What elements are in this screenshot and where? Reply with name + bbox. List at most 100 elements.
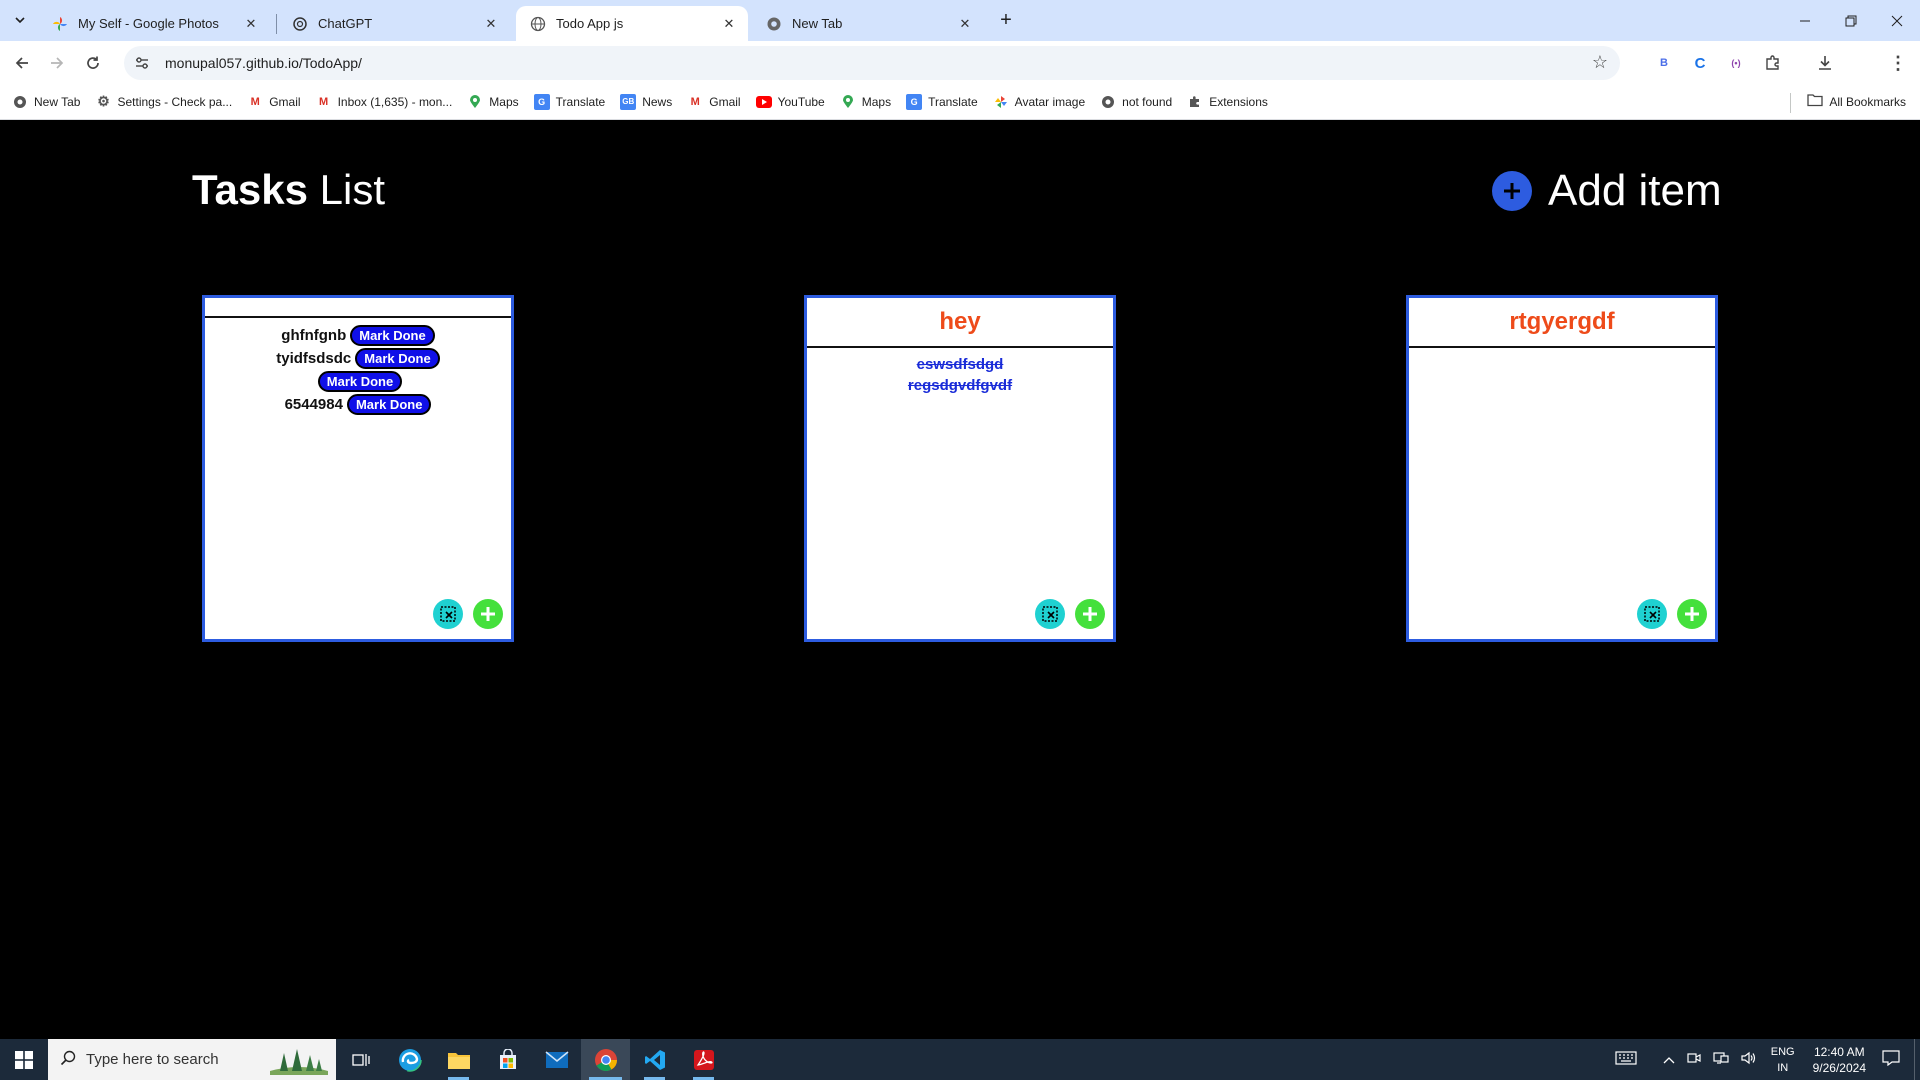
bookmark-inbox[interactable]: M Inbox (1,635) - mon...: [316, 94, 452, 110]
reload-icon: [87, 56, 99, 69]
plus-icon: [1685, 607, 1699, 621]
task-list: eswsdfsdgd regsdgvdfgvdf: [807, 348, 1113, 396]
gmail-icon: M: [318, 95, 329, 108]
minimize-icon: [1800, 20, 1810, 21]
bookmark-new-tab[interactable]: New Tab: [12, 94, 80, 110]
mark-done-button[interactable]: Mark Done: [355, 348, 440, 369]
add-item-button[interactable]: Add item: [1492, 166, 1722, 216]
task-card: rtgyergdf: [1406, 295, 1718, 642]
bookmark-avatar-image[interactable]: Avatar image: [993, 94, 1085, 110]
delete-card-button[interactable]: [1637, 599, 1667, 629]
taskbar-store[interactable]: [483, 1039, 532, 1080]
acrobat-icon: [693, 1049, 714, 1070]
bookmark-label: YouTube: [777, 94, 825, 109]
restore-button[interactable]: [1828, 0, 1874, 41]
show-desktop-button[interactable]: [1914, 1039, 1920, 1080]
address-bar[interactable]: monupal057.github.io/TodoApp/ ☆: [124, 46, 1620, 80]
forward-button[interactable]: [44, 50, 70, 76]
clock-date: 9/26/2024: [1812, 1060, 1866, 1075]
taskbar-file-explorer[interactable]: [434, 1039, 483, 1080]
taskbar-vscode[interactable]: [630, 1039, 679, 1080]
meet-now-icon[interactable]: [1687, 1051, 1701, 1068]
taskbar-mail[interactable]: [532, 1039, 581, 1080]
start-button[interactable]: [0, 1039, 48, 1080]
url-text[interactable]: monupal057.github.io/TodoApp/: [165, 55, 362, 71]
all-bookmarks-button[interactable]: All Bookmarks: [1807, 93, 1906, 110]
notifications-icon[interactable]: [1882, 1050, 1900, 1069]
extension-c-icon[interactable]: C: [1690, 53, 1710, 73]
bookmark-translate[interactable]: G Translate: [533, 93, 605, 110]
close-icon[interactable]: ✕: [242, 15, 260, 33]
reload-button[interactable]: [80, 50, 106, 76]
task-view-button[interactable]: [336, 1039, 385, 1080]
new-tab-button[interactable]: +: [994, 8, 1018, 32]
card-actions: [423, 599, 503, 629]
mark-done-button[interactable]: Mark Done: [317, 371, 403, 392]
todo-app-page: Tasks List Add item ghfnfgnb Mark Done t…: [0, 120, 1920, 1039]
downloads-icon[interactable]: [1815, 53, 1835, 73]
bookmarks-bar: New Tab ⚙ Settings - Check pa... M Gmail…: [0, 84, 1920, 120]
network-icon[interactable]: [1713, 1051, 1729, 1068]
add-task-button[interactable]: [1677, 599, 1707, 629]
add-task-button[interactable]: [473, 599, 503, 629]
globe-icon: [12, 94, 28, 110]
taskbar-search-box[interactable]: Type here to search: [48, 1039, 336, 1080]
browser-toolbar: monupal057.github.io/TodoApp/ ☆ B C (•) …: [0, 41, 1920, 115]
bookmark-youtube[interactable]: YouTube: [755, 94, 825, 110]
chevron-up-icon[interactable]: [1663, 1052, 1675, 1067]
bookmark-extensions[interactable]: Extensions: [1187, 94, 1268, 110]
clock-time: 12:40 AM: [1813, 1044, 1865, 1059]
tab-search-button[interactable]: [8, 8, 32, 32]
extension-b-icon[interactable]: B: [1654, 53, 1674, 73]
delete-card-button[interactable]: [433, 599, 463, 629]
site-info-icon[interactable]: [129, 50, 155, 76]
bookmark-star-icon[interactable]: ☆: [1592, 52, 1608, 73]
back-button[interactable]: [9, 50, 35, 76]
mark-done-button[interactable]: Mark Done: [346, 394, 432, 415]
keyboard-icon[interactable]: [1615, 1051, 1637, 1068]
more-menu-icon[interactable]: ⋮: [1888, 53, 1908, 73]
taskbar-chrome[interactable]: [581, 1039, 630, 1080]
search-placeholder: Type here to search: [86, 1051, 219, 1068]
task-text: tyidfsdsdc: [276, 350, 352, 367]
bookmark-settings[interactable]: ⚙ Settings - Check pa...: [95, 93, 232, 110]
bookmark-maps[interactable]: Maps: [467, 94, 519, 110]
tab-todo-app[interactable]: Todo App js ✕: [516, 6, 748, 41]
card-actions: [1627, 599, 1707, 629]
bookmark-gmail[interactable]: M Gmail: [247, 94, 301, 110]
plus-icon: [481, 607, 495, 621]
bookmark-not-found[interactable]: not found: [1100, 94, 1172, 110]
minimize-button[interactable]: [1782, 0, 1828, 41]
search-highlight-illustration: [270, 1045, 328, 1075]
page-title-bold: Tasks: [192, 166, 308, 213]
bookmarks-divider: [1790, 93, 1791, 113]
volume-icon[interactable]: [1741, 1051, 1757, 1068]
delete-icon: [1644, 606, 1660, 622]
tab-google-photos[interactable]: My Self - Google Photos ✕: [38, 6, 270, 41]
tab-chatgpt[interactable]: ChatGPT ✕: [278, 6, 510, 41]
bookmark-maps-2[interactable]: Maps: [840, 94, 891, 110]
youtube-icon: [755, 94, 772, 110]
delete-card-button[interactable]: [1035, 599, 1065, 629]
window-close-button[interactable]: [1874, 0, 1920, 41]
language-indicator[interactable]: ENG IN: [1771, 1044, 1795, 1076]
mark-done-button[interactable]: Mark Done: [350, 325, 435, 346]
taskbar-acrobat[interactable]: [679, 1039, 728, 1080]
extensions-puzzle-icon[interactable]: [1763, 53, 1783, 73]
bookmark-gmail-2[interactable]: M Gmail: [687, 94, 741, 110]
close-icon[interactable]: ✕: [956, 15, 974, 33]
extension-broadcast-icon[interactable]: (•): [1726, 53, 1746, 73]
all-bookmarks-label: All Bookmarks: [1829, 94, 1906, 109]
delete-icon: [1042, 606, 1058, 622]
close-icon[interactable]: ✕: [720, 15, 738, 33]
taskbar-edge[interactable]: [385, 1039, 434, 1080]
bookmark-label: New Tab: [34, 94, 81, 109]
close-icon[interactable]: ✕: [482, 15, 500, 33]
bookmark-translate-2[interactable]: G Translate: [906, 93, 978, 110]
gmail-icon: M: [250, 95, 260, 108]
taskbar-clock[interactable]: 12:40 AM 9/26/2024: [1813, 1044, 1866, 1076]
bookmark-news[interactable]: GB News: [620, 93, 672, 110]
tab-new-tab[interactable]: New Tab ✕: [752, 6, 984, 41]
task-item: tyidfsdsdc Mark Done: [205, 347, 511, 370]
add-task-button[interactable]: [1075, 599, 1105, 629]
